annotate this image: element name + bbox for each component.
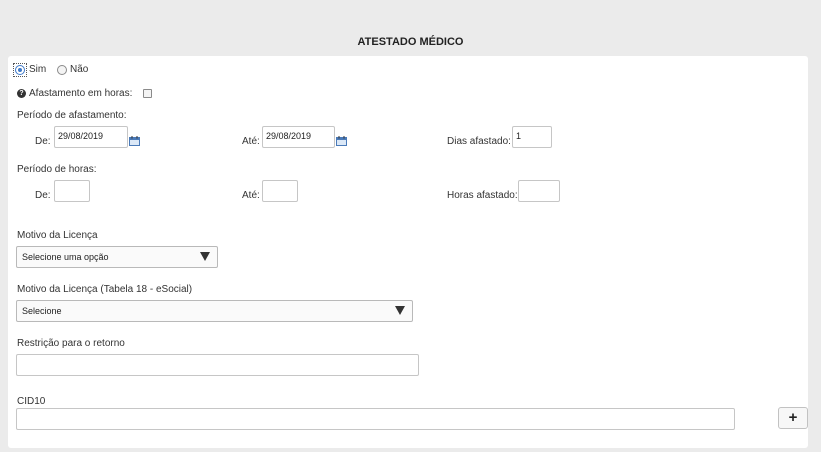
motivo-esocial-label: Motivo da Licença (Tabela 18 - eSocial): [17, 284, 193, 295]
motivo-licenca-label: Motivo da Licença: [17, 230, 98, 241]
motivo-licenca-select[interactable]: Selecione uma opção: [16, 246, 218, 268]
afastamento-horas-checkbox[interactable]: [143, 89, 152, 98]
cid10-label: CID10: [17, 396, 46, 407]
radio-sim[interactable]: [15, 65, 25, 75]
radio-nao-label[interactable]: Não: [70, 64, 88, 75]
page-title: ATESTADO MÉDICO: [357, 36, 464, 48]
add-cid10-button[interactable]: +: [778, 407, 808, 429]
radio-nao[interactable]: [57, 65, 67, 75]
restricao-input[interactable]: [16, 354, 419, 376]
atestado-form-panel: Sim Não ? Afastamento em horas: Período …: [8, 56, 808, 448]
motivo-esocial-select[interactable]: Selecione: [16, 300, 413, 322]
horas-afastado-input[interactable]: [518, 180, 560, 202]
horas-afastado-label: Horas afastado:: [447, 190, 518, 201]
afastamento-ate-label: Até:: [242, 136, 260, 147]
horas-de-input[interactable]: [54, 180, 90, 202]
dias-afastado-label: Dias afastado:: [447, 136, 511, 147]
horas-ate-input[interactable]: [262, 180, 298, 202]
periodo-afastamento-label: Período de afastamento:: [17, 110, 127, 121]
afastamento-ate-input[interactable]: 29/08/2019: [262, 126, 335, 148]
afastamento-horas-label: Afastamento em horas:: [29, 88, 133, 99]
help-icon[interactable]: ?: [17, 89, 26, 98]
afastamento-de-input[interactable]: 29/08/2019: [54, 126, 128, 148]
horas-ate-label: Até:: [242, 190, 260, 201]
restricao-label: Restrição para o retorno: [17, 338, 125, 349]
dias-afastado-input[interactable]: 1: [512, 126, 552, 148]
motivo-licenca-selected: Selecione uma opção: [22, 252, 109, 262]
dropdown-arrow-icon: [200, 252, 210, 261]
motivo-esocial-selected: Selecione: [22, 306, 62, 316]
periodo-horas-label: Período de horas:: [17, 164, 97, 175]
calendar-icon[interactable]: [129, 136, 140, 146]
afastamento-de-label: De:: [35, 136, 51, 147]
cid10-input[interactable]: [16, 408, 735, 430]
calendar-icon[interactable]: [336, 136, 347, 146]
radio-sim-label[interactable]: Sim: [29, 64, 46, 75]
dropdown-arrow-icon: [395, 306, 405, 315]
horas-de-label: De:: [35, 190, 51, 201]
